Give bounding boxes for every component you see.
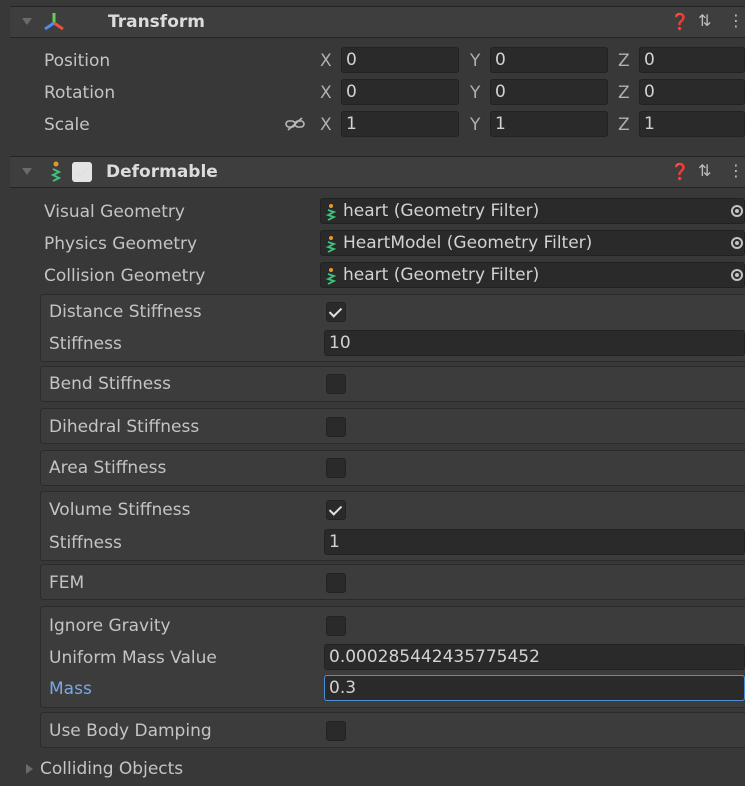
volume-stiffness-checkbox[interactable] <box>326 500 346 520</box>
component-enabled-checkbox[interactable] <box>72 162 92 182</box>
scale-z-field[interactable]: 1 <box>639 111 745 137</box>
position-y-field[interactable]: 0 <box>490 47 608 73</box>
fem-group <box>40 564 745 600</box>
mass-field[interactable]: 0.3 <box>324 675 745 701</box>
physics-geometry-field[interactable]: HeartModel (Geometry Filter) <box>320 230 745 256</box>
help-icon[interactable]: ❓ <box>670 12 690 31</box>
collision-geometry-value: heart (Geometry Filter) <box>343 265 540 285</box>
more-menu-icon[interactable]: ⋮ <box>728 11 744 30</box>
axis-y-label: Y <box>470 51 481 71</box>
rotation-label: Rotation <box>44 83 116 103</box>
axis-z-label: Z <box>618 51 630 71</box>
bend-stiffness-checkbox[interactable] <box>326 374 346 394</box>
distance-stiffness-label: Distance Stiffness <box>49 302 202 322</box>
position-x-field[interactable]: 0 <box>341 47 459 73</box>
deformable-header[interactable]: Deformable ❓ ⇅ ⋮ <box>10 156 745 188</box>
physics-geometry-value: HeartModel (Geometry Filter) <box>343 233 593 253</box>
area-stiffness-label: Area Stiffness <box>49 458 167 478</box>
physics-geometry-label: Physics Geometry <box>44 234 198 254</box>
rotation-z-field[interactable]: 0 <box>639 79 745 105</box>
foldout-arrow-icon[interactable] <box>22 168 32 175</box>
collision-geometry-field[interactable]: heart (Geometry Filter) <box>320 262 745 288</box>
distance-stiffness-value-label: Stiffness <box>49 334 122 354</box>
scale-y-field[interactable]: 1 <box>490 111 608 137</box>
rotation-y-field[interactable]: 0 <box>490 79 608 105</box>
object-picker-icon[interactable] <box>731 237 743 249</box>
scale-label: Scale <box>44 115 90 135</box>
object-picker-icon[interactable] <box>731 269 743 281</box>
visual-geometry-label: Visual Geometry <box>44 202 185 222</box>
distance-stiffness-field[interactable]: 10 <box>324 330 745 356</box>
visual-geometry-value: heart (Geometry Filter) <box>343 201 540 221</box>
preset-icon[interactable]: ⇅ <box>698 11 711 30</box>
colliding-objects-foldout[interactable]: Colliding Objects <box>40 759 183 779</box>
object-picker-icon[interactable] <box>731 205 743 217</box>
preset-icon[interactable]: ⇅ <box>698 161 711 180</box>
axis-z-label: Z <box>618 83 630 103</box>
use-body-damping-checkbox[interactable] <box>326 721 346 741</box>
geometry-filter-icon <box>326 204 336 221</box>
axis-x-label: X <box>320 83 332 103</box>
visual-geometry-field[interactable]: heart (Geometry Filter) <box>320 198 745 224</box>
axis-x-label: X <box>320 115 332 135</box>
foldout-arrow-icon[interactable] <box>22 18 32 25</box>
help-icon[interactable]: ❓ <box>670 162 690 181</box>
foldout-arrow-icon[interactable] <box>26 764 33 774</box>
axis-x-label: X <box>320 51 332 71</box>
constrain-proportions-icon[interactable] <box>285 116 305 132</box>
component-title: Transform <box>108 12 205 32</box>
axis-y-label: Y <box>470 115 481 135</box>
geometry-filter-icon <box>326 236 336 253</box>
uniform-mass-label: Uniform Mass Value <box>49 648 217 668</box>
fem-checkbox[interactable] <box>326 573 346 593</box>
axis-z-label: Z <box>618 115 630 135</box>
deformable-script-icon <box>50 161 62 182</box>
volume-stiffness-field[interactable]: 1 <box>324 529 745 555</box>
fem-label: FEM <box>49 573 85 593</box>
transform-header[interactable]: Transform ❓ ⇅ ⋮ <box>10 6 745 38</box>
axis-y-label: Y <box>470 83 481 103</box>
volume-stiffness-label: Volume Stiffness <box>49 500 191 520</box>
ignore-gravity-checkbox[interactable] <box>326 616 346 636</box>
component-title: Deformable <box>106 162 218 182</box>
use-body-damping-label: Use Body Damping <box>49 721 212 741</box>
rotation-x-field[interactable]: 0 <box>341 79 459 105</box>
dihedral-stiffness-label: Dihedral Stiffness <box>49 417 200 437</box>
more-menu-icon[interactable]: ⋮ <box>728 161 744 180</box>
uniform-mass-field[interactable]: 0.000285442435775452 <box>324 644 745 670</box>
bend-stiffness-label: Bend Stiffness <box>49 374 171 394</box>
distance-stiffness-checkbox[interactable] <box>326 302 346 322</box>
mass-label: Mass <box>49 679 92 699</box>
ignore-gravity-label: Ignore Gravity <box>49 616 171 636</box>
area-stiffness-checkbox[interactable] <box>326 458 346 478</box>
collision-geometry-label: Collision Geometry <box>44 266 206 286</box>
volume-stiffness-value-label: Stiffness <box>49 533 122 553</box>
position-z-field[interactable]: 0 <box>639 47 745 73</box>
scale-x-field[interactable]: 1 <box>341 111 459 137</box>
dihedral-stiffness-checkbox[interactable] <box>326 417 346 437</box>
transform-axes-icon <box>44 13 64 31</box>
geometry-filter-icon <box>326 268 336 285</box>
position-label: Position <box>44 51 111 71</box>
